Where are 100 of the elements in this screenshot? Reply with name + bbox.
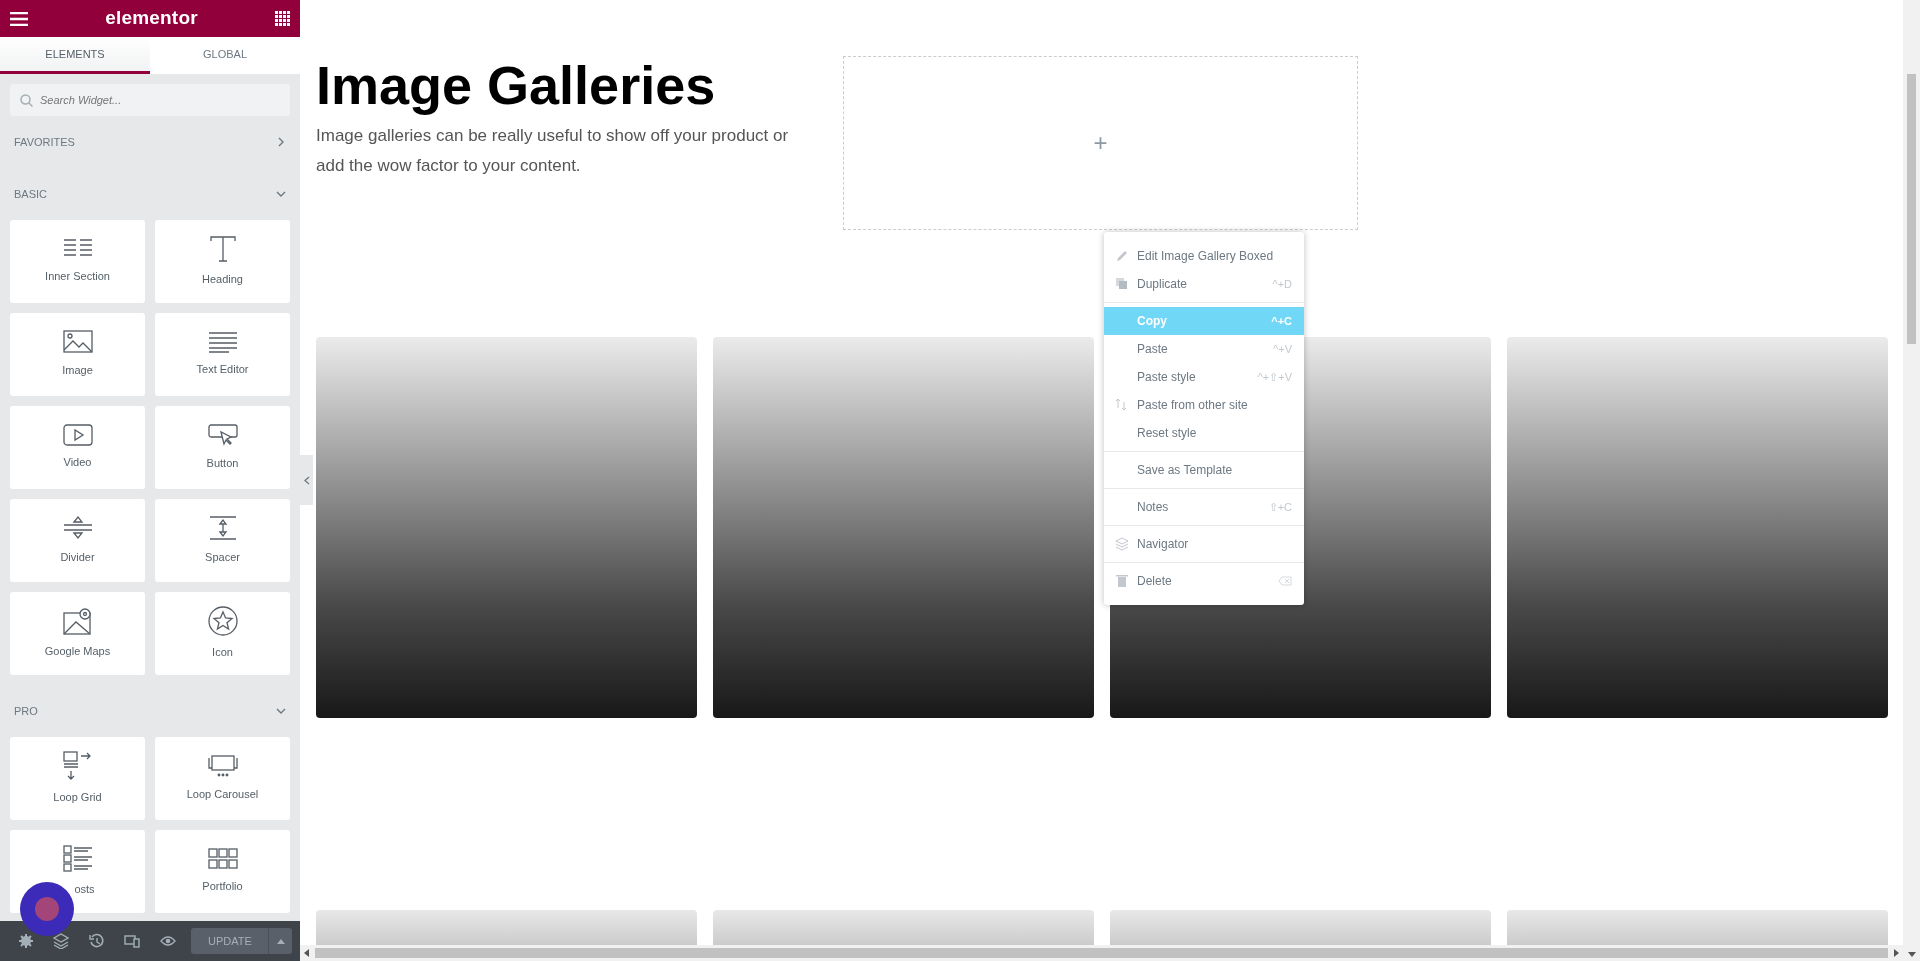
widget-card[interactable]: Image: [10, 313, 145, 396]
widget-card[interactable]: Loop Carousel: [155, 737, 290, 820]
menu-item[interactable]: Edit Image Gallery Boxed: [1104, 242, 1304, 270]
caret-button[interactable]: [268, 928, 292, 954]
shortcut: ^+⇧+V: [1257, 369, 1292, 385]
menu-label: Navigator: [1137, 536, 1190, 553]
menu-label: Paste from other site: [1137, 397, 1249, 414]
menu-item[interactable]: Paste ^+V: [1104, 335, 1304, 363]
section-header[interactable]: PRO: [10, 685, 290, 737]
scroll-right-icon: [1894, 949, 1899, 957]
search-field[interactable]: Search Widget...: [10, 84, 290, 116]
widget-label: Divider: [60, 550, 95, 566]
menu-item[interactable]: Navigator: [1104, 530, 1304, 558]
scrollbar-thumb[interactable]: [1907, 74, 1916, 344]
vertical-scrollbar[interactable]: [1903, 0, 1920, 961]
carousel-icon: [207, 754, 238, 779]
page-heading: Image Galleries: [316, 56, 717, 116]
layers-icon: [1114, 537, 1129, 551]
shortcut: ^+D: [1272, 276, 1292, 292]
scroll-down-icon: [1907, 952, 1916, 957]
search-icon: [20, 94, 33, 107]
collapse-handle[interactable]: [300, 455, 313, 505]
widget-card[interactable]: Divider: [10, 499, 145, 582]
scrollbar-thumb[interactable]: [315, 948, 1888, 958]
widget-card[interactable]: Button: [155, 406, 290, 489]
menu-label: Paste style: [1137, 369, 1197, 386]
play-icon: [62, 424, 93, 447]
menu-item[interactable]: Paste style ^+⇧+V: [1104, 363, 1304, 391]
widget-label: Portfolio: [202, 879, 243, 895]
widget-card[interactable]: Inner Section: [10, 220, 145, 303]
horizontal-scrollbar[interactable]: [300, 945, 1903, 961]
widget-label: Text Editor: [196, 362, 249, 378]
menu-item[interactable]: Save as Template: [1104, 456, 1304, 484]
menu-item[interactable]: Duplicate ^+D: [1104, 270, 1304, 298]
widget-label: Spacer: [205, 550, 240, 566]
menu-label: Reset style: [1137, 425, 1198, 442]
loop-grid-icon: [62, 751, 93, 782]
menu-label: Save as Template: [1137, 462, 1234, 479]
logo: elementor: [105, 6, 198, 31]
letter-t-icon: [207, 235, 238, 264]
menu-label: Paste: [1137, 341, 1169, 358]
widget-label: Button: [206, 456, 239, 472]
widget-card[interactable]: Icon: [155, 592, 290, 675]
menu-label: Duplicate: [1137, 276, 1189, 293]
shortcut: ^+V: [1273, 341, 1292, 357]
section-header[interactable]: BASIC: [10, 168, 290, 220]
layers-icon[interactable]: [53, 933, 70, 949]
shortcut: ⇧+C: [1268, 499, 1292, 515]
widget-label: Loop Carousel: [186, 787, 259, 803]
pencil-icon: [1114, 249, 1129, 263]
widget-label: Heading: [202, 272, 243, 288]
post-list-icon: [62, 845, 93, 874]
widget-label: Video: [63, 455, 92, 471]
widget-card[interactable]: Video: [10, 406, 145, 489]
section-header[interactable]: FAVORITES: [10, 116, 290, 168]
text-lines-icon: [207, 331, 238, 354]
widget-label: osts: [73, 882, 95, 898]
portfolio-grid-icon: [207, 848, 238, 871]
widget-card[interactable]: Text Editor: [155, 313, 290, 396]
add-button[interactable]: +: [1087, 124, 1114, 162]
widget-card[interactable]: Google Maps: [10, 592, 145, 675]
history-icon[interactable]: [88, 933, 105, 949]
menu-icon[interactable]: [10, 11, 28, 26]
update-button[interactable]: UPDATE: [191, 928, 269, 954]
settings-icon[interactable]: [17, 933, 34, 949]
widget-card[interactable]: Loop Grid: [10, 737, 145, 820]
menu-label: Edit Image Gallery Boxed: [1137, 248, 1275, 265]
menu-label: Copy: [1137, 313, 1168, 330]
dot-icon: [34, 896, 60, 922]
menu-item[interactable]: Notes ⇧+C: [1104, 493, 1304, 521]
sort-arrows-icon: [1114, 398, 1129, 412]
widget-label: Image: [62, 363, 93, 379]
image-icon: [62, 330, 93, 355]
caret-up-icon: [276, 939, 285, 945]
menu-item[interactable]: Delete: [1104, 567, 1304, 595]
trash-icon: [1114, 574, 1129, 588]
widget-label: Inner Section: [45, 269, 110, 285]
widget-card[interactable]: Portfolio: [155, 830, 290, 913]
section-title: BASIC: [14, 186, 47, 202]
section-title: FAVORITES: [14, 134, 75, 150]
menu-label: Notes: [1137, 499, 1170, 516]
duplicate-icon: [1114, 277, 1129, 291]
apps-grid-icon[interactable]: [275, 11, 290, 26]
widget-card[interactable]: Spacer: [155, 499, 290, 582]
menu-item[interactable]: Paste from other site: [1104, 391, 1304, 419]
menu-item[interactable]: Reset style: [1104, 419, 1304, 447]
widget-label: Google Maps: [44, 644, 111, 660]
scroll-left-icon: [304, 949, 309, 957]
widget-label: Loop Grid: [53, 790, 102, 806]
eye-icon[interactable]: [159, 933, 176, 949]
pointer-button-icon: [207, 423, 238, 448]
chevron-left-icon: [303, 475, 310, 485]
delete-key-icon: [1278, 576, 1292, 586]
menu-label: Delete: [1137, 573, 1173, 590]
shortcut: ^+C: [1271, 313, 1292, 329]
widget-card[interactable]: Heading: [155, 220, 290, 303]
spacer-icon: [207, 515, 238, 542]
map-pin-icon: [62, 607, 93, 636]
responsive-icon[interactable]: [124, 933, 141, 949]
intro-paragraph: Image galleries can be really useful to show off your product or add the wow factor to your content.: [316, 125, 790, 178]
